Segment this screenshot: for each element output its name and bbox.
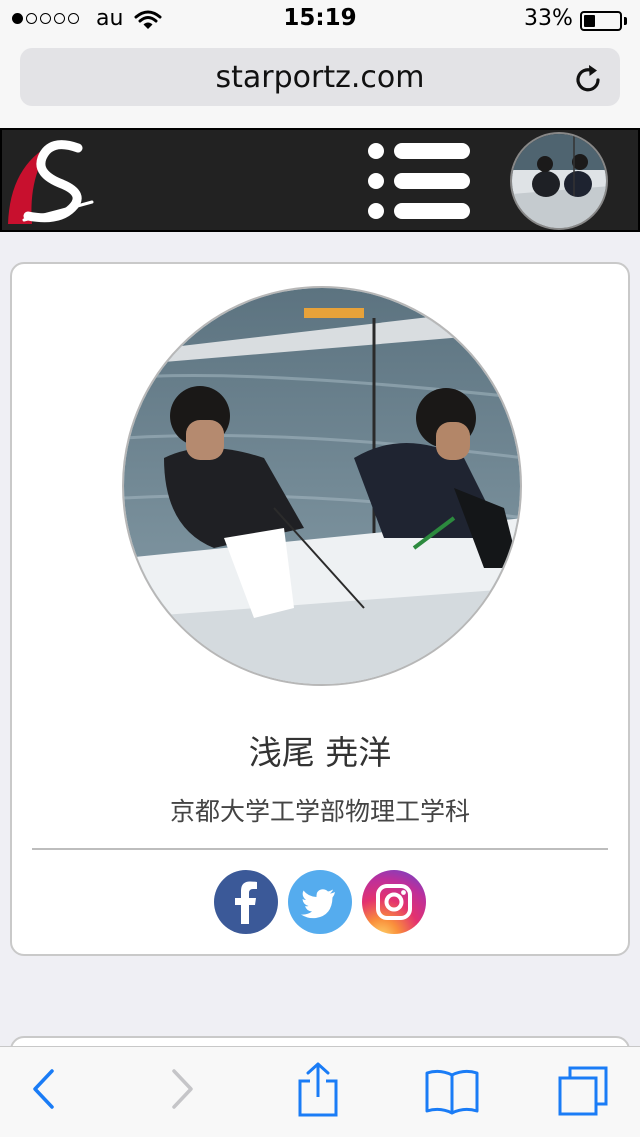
url-text[interactable]: starportz.com	[20, 60, 620, 95]
address-bar[interactable]: starportz.com	[20, 48, 620, 106]
user-avatar[interactable]	[510, 132, 608, 230]
site-header	[0, 128, 640, 232]
profile-card: 浅尾 尭洋 京都大学工学部物理工学科	[10, 262, 630, 956]
profile-affiliation: 京都大学工学部物理工学科	[169, 797, 470, 826]
status-bar: au 15:19 33%	[0, 0, 640, 40]
social-links	[12, 870, 628, 934]
back-arrow-icon[interactable]	[30, 1067, 56, 1115]
battery-level-fill	[584, 15, 595, 27]
battery-icon	[580, 11, 622, 31]
browser-address-area: starportz.com	[0, 40, 640, 128]
profile-name: 浅尾 尭洋	[248, 733, 392, 772]
hamburger-menu-icon[interactable]	[368, 142, 472, 224]
bookmarks-icon[interactable]	[424, 1067, 480, 1119]
forward-arrow-icon[interactable]	[170, 1067, 196, 1115]
starportz-logo[interactable]	[6, 136, 98, 230]
browser-toolbar	[0, 1046, 640, 1137]
reload-icon[interactable]	[574, 62, 604, 98]
battery-percent: 33%	[524, 6, 573, 31]
instagram-icon[interactable]	[362, 870, 426, 934]
battery-tip	[624, 17, 627, 25]
profile-photo	[122, 286, 522, 686]
divider	[32, 848, 608, 850]
twitter-icon[interactable]	[288, 870, 352, 934]
facebook-icon[interactable]	[214, 870, 278, 934]
share-icon[interactable]	[296, 1061, 340, 1121]
tabs-icon[interactable]	[556, 1065, 610, 1121]
